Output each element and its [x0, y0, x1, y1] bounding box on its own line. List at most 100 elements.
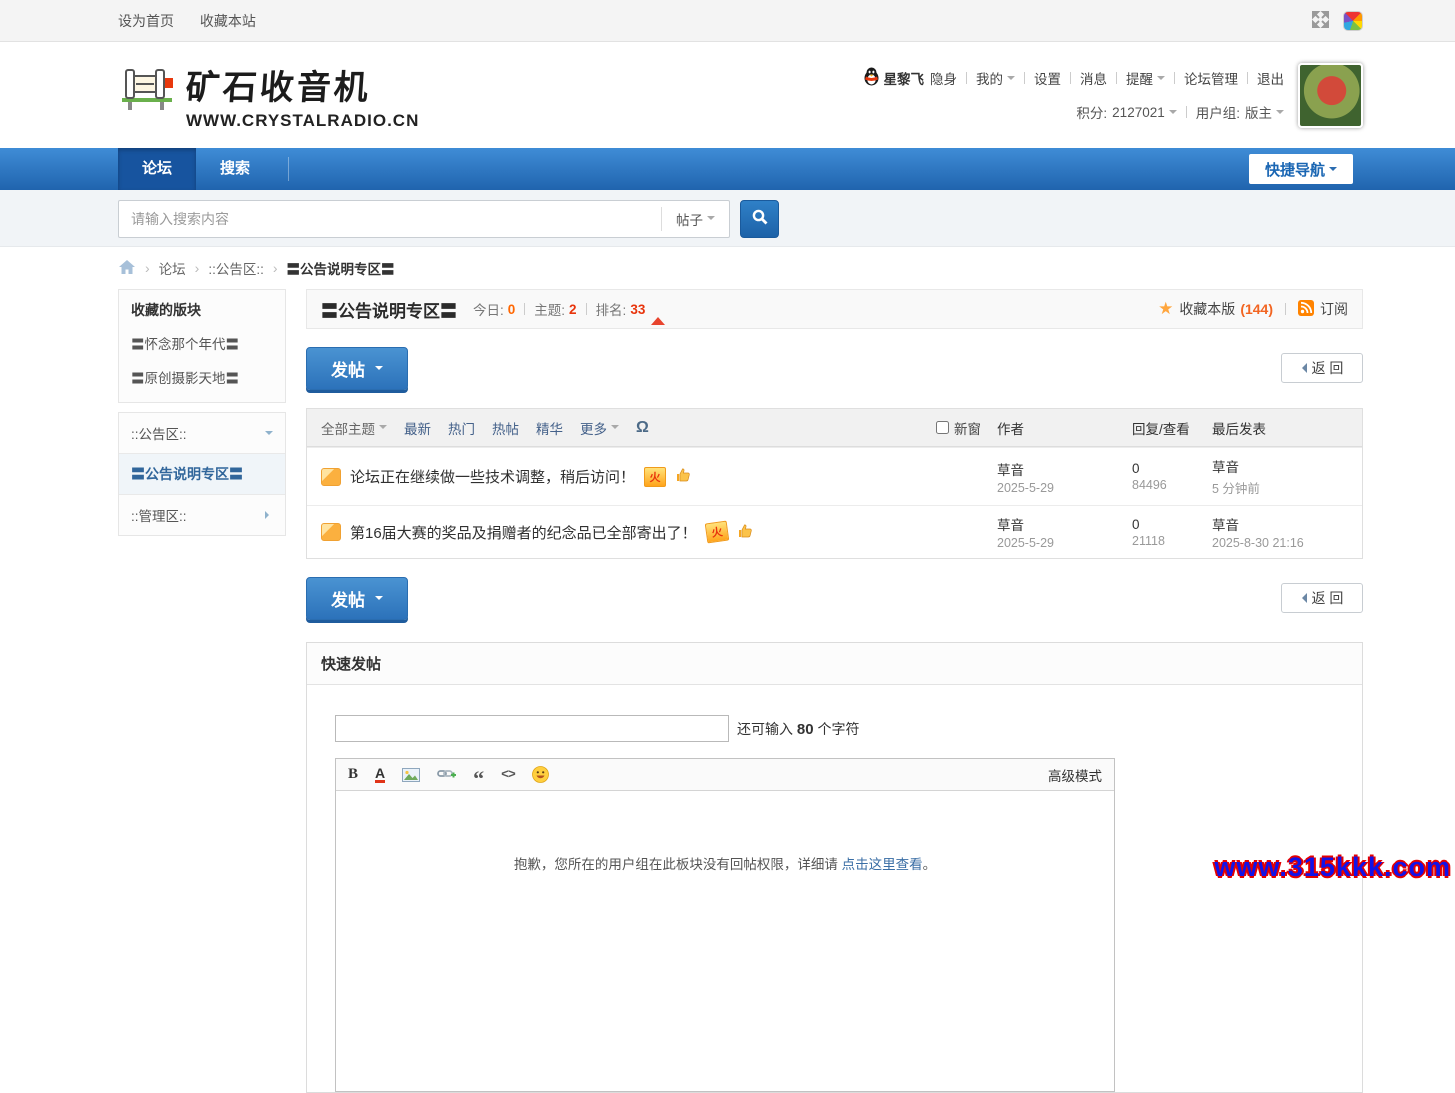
insert-link-icon[interactable]: [437, 767, 456, 782]
new-post-button[interactable]: 发帖: [306, 577, 408, 620]
breadcrumb-separator: ›: [273, 260, 278, 276]
advanced-mode-link[interactable]: 高级模式: [1048, 765, 1102, 785]
thread-author[interactable]: 草音: [997, 518, 1024, 533]
arrow-left-icon: [1297, 593, 1307, 603]
topics-count: 2: [569, 302, 577, 317]
last-post-author[interactable]: 草音: [1212, 518, 1239, 533]
notices-link[interactable]: 提醒: [1126, 68, 1153, 88]
last-post-time: 5 分钟前: [1212, 478, 1362, 497]
view-count: 84496: [1132, 478, 1212, 492]
theme-palette-icon[interactable]: [1343, 11, 1363, 31]
table-row: 第16届大赛的奖品及捐赠者的纪念品已全部寄出了！ 火 草音 2025-5-29 …: [307, 505, 1362, 558]
filter-digest[interactable]: 精华: [536, 418, 563, 438]
usergroup-label: 用户组:: [1196, 102, 1240, 122]
thread-date: 2025-5-29: [997, 536, 1132, 550]
invisible-status-link[interactable]: 隐身: [930, 68, 957, 88]
chevron-down-icon: [375, 596, 383, 604]
tab-forum[interactable]: 论坛: [118, 148, 196, 190]
set-homepage-link[interactable]: 设为首页: [118, 13, 174, 29]
favorite-boards-header: 收藏的版块: [119, 290, 285, 326]
sidebar-section-announce[interactable]: ::公告区::: [119, 413, 285, 453]
search-input[interactable]: [119, 202, 661, 236]
bold-icon[interactable]: B: [348, 766, 358, 783]
qq-penguin-icon[interactable]: [863, 67, 880, 89]
topics-label: 主题:: [534, 299, 565, 319]
thumbs-up-icon: [737, 523, 753, 542]
rss-icon: [1298, 300, 1314, 319]
settings-link[interactable]: 设置: [1034, 68, 1061, 88]
header: 矿石收音机 WWW.CRYSTALRADIO.CN 星黎: [0, 42, 1455, 148]
thread-title-link[interactable]: 第16届大赛的奖品及捐赠者的纪念品已全部寄出了！: [350, 522, 697, 543]
search-scope-dropdown[interactable]: 帖子: [661, 207, 729, 231]
today-count: 0: [508, 302, 516, 317]
filter-all-topics[interactable]: 全部主题: [321, 418, 375, 438]
sidebar-item-current-board[interactable]: 〓公告说明专区〓: [119, 453, 285, 494]
breadcrumb: › 论坛 › ::公告区:: › 〓公告说明专区〓: [118, 247, 1363, 289]
quote-icon[interactable]: “: [473, 774, 484, 784]
code-icon[interactable]: <>: [501, 767, 515, 782]
thread-title-link[interactable]: 论坛正在继续做一些技术调整，稍后访问！: [350, 466, 635, 487]
avatar[interactable]: [1298, 63, 1363, 128]
breadcrumb-separator: ›: [195, 260, 200, 276]
topbar: 设为首页 收藏本站: [0, 0, 1455, 42]
table-row: 论坛正在继续做一些技术调整，稍后访问！ 火 草音 2025-5-29 0: [307, 447, 1362, 505]
filter-hot[interactable]: 热门: [448, 418, 475, 438]
smiley-icon[interactable]: [532, 766, 549, 783]
search-button[interactable]: [740, 200, 779, 238]
fullscreen-icon[interactable]: [1312, 11, 1329, 31]
rank-label: 排名:: [596, 299, 627, 319]
filter-hot-posts[interactable]: 热帖: [492, 418, 519, 438]
filter-newest[interactable]: 最新: [404, 418, 431, 438]
thread-list: 全部主题 最新 热门 热帖 精华 更多 Ω 新窗 作者 回复/查看 最后发表: [306, 408, 1363, 559]
filter-more[interactable]: 更多: [580, 418, 607, 438]
home-icon[interactable]: [118, 259, 136, 278]
font-color-icon[interactable]: A: [375, 766, 385, 783]
bookmark-site-link[interactable]: 收藏本站: [200, 13, 256, 29]
favorite-board-link[interactable]: 收藏本版: [1179, 299, 1235, 319]
usergroup-value[interactable]: 版主: [1245, 102, 1272, 122]
breadcrumb-forum[interactable]: 论坛: [159, 258, 186, 278]
chevron-down-icon: [375, 366, 383, 374]
username-link[interactable]: 星黎飞: [884, 68, 925, 88]
subscribe-link[interactable]: 订阅: [1320, 299, 1348, 319]
chars-remaining-count: 80: [797, 721, 814, 738]
sidebar-item-fav-board-2[interactable]: 〓原创摄影天地〓: [119, 360, 285, 394]
breadcrumb-current-board[interactable]: 〓公告说明专区〓: [287, 258, 395, 278]
folder-icon: [321, 523, 341, 541]
user-panel: 星黎飞 隐身 我的 设置 消息 提醒 论坛管理 退出 积分: 2127021 用…: [863, 65, 1299, 125]
site-title: 矿石收音机: [184, 60, 421, 109]
chevron-down-icon: [379, 425, 387, 433]
site-logo[interactable]: 矿石收音机 WWW.CRYSTALRADIO.CN: [118, 60, 419, 131]
sidebar-section-admin[interactable]: ::管理区::: [119, 494, 285, 535]
sidebar-item-fav-board-1[interactable]: 〓怀念那个年代〓: [119, 326, 285, 360]
favorite-count[interactable]: (144): [1240, 301, 1273, 317]
editor-area[interactable]: 抱歉，您所在的用户组在此板块没有回帖权限，详细请 点击这里查看。: [336, 791, 1114, 1091]
chevron-down-icon: [1276, 110, 1284, 118]
quick-post-panel: 快速发帖 还可输入 80 个字符 B A: [306, 642, 1363, 1093]
forum-header: 〓公告说明专区〓 今日: 0 主题: 2 排名: 33 ★ 收藏本版 (144): [306, 289, 1363, 329]
logout-link[interactable]: 退出: [1257, 68, 1284, 88]
new-window-checkbox[interactable]: [936, 421, 949, 434]
refresh-icon[interactable]: Ω: [636, 419, 649, 437]
last-post-author[interactable]: 草音: [1212, 460, 1239, 475]
chevron-down-icon: [707, 216, 715, 224]
post-editor: B A: [335, 758, 1115, 1092]
messages-link[interactable]: 消息: [1080, 68, 1107, 88]
today-label: 今日:: [473, 299, 504, 319]
thread-author[interactable]: 草音: [997, 463, 1024, 478]
quick-nav-button[interactable]: 快捷导航: [1249, 154, 1353, 184]
my-menu[interactable]: 我的: [976, 68, 1003, 88]
back-button[interactable]: 返 回: [1281, 583, 1363, 613]
chevron-down-icon: [1157, 76, 1165, 84]
new-window-label[interactable]: 新窗: [954, 418, 981, 438]
tab-search[interactable]: 搜索: [196, 148, 274, 190]
new-post-button[interactable]: 发帖: [306, 347, 408, 390]
column-author: 作者: [997, 418, 1132, 438]
back-button[interactable]: 返 回: [1281, 353, 1363, 383]
post-subject-input[interactable]: [335, 715, 729, 742]
insert-image-icon[interactable]: [402, 768, 420, 782]
forum-admin-link[interactable]: 论坛管理: [1184, 68, 1238, 88]
breadcrumb-announce-zone[interactable]: ::公告区::: [208, 258, 264, 278]
click-here-link[interactable]: 点击这里查看: [842, 857, 923, 872]
credits-value[interactable]: 2127021: [1112, 105, 1165, 120]
